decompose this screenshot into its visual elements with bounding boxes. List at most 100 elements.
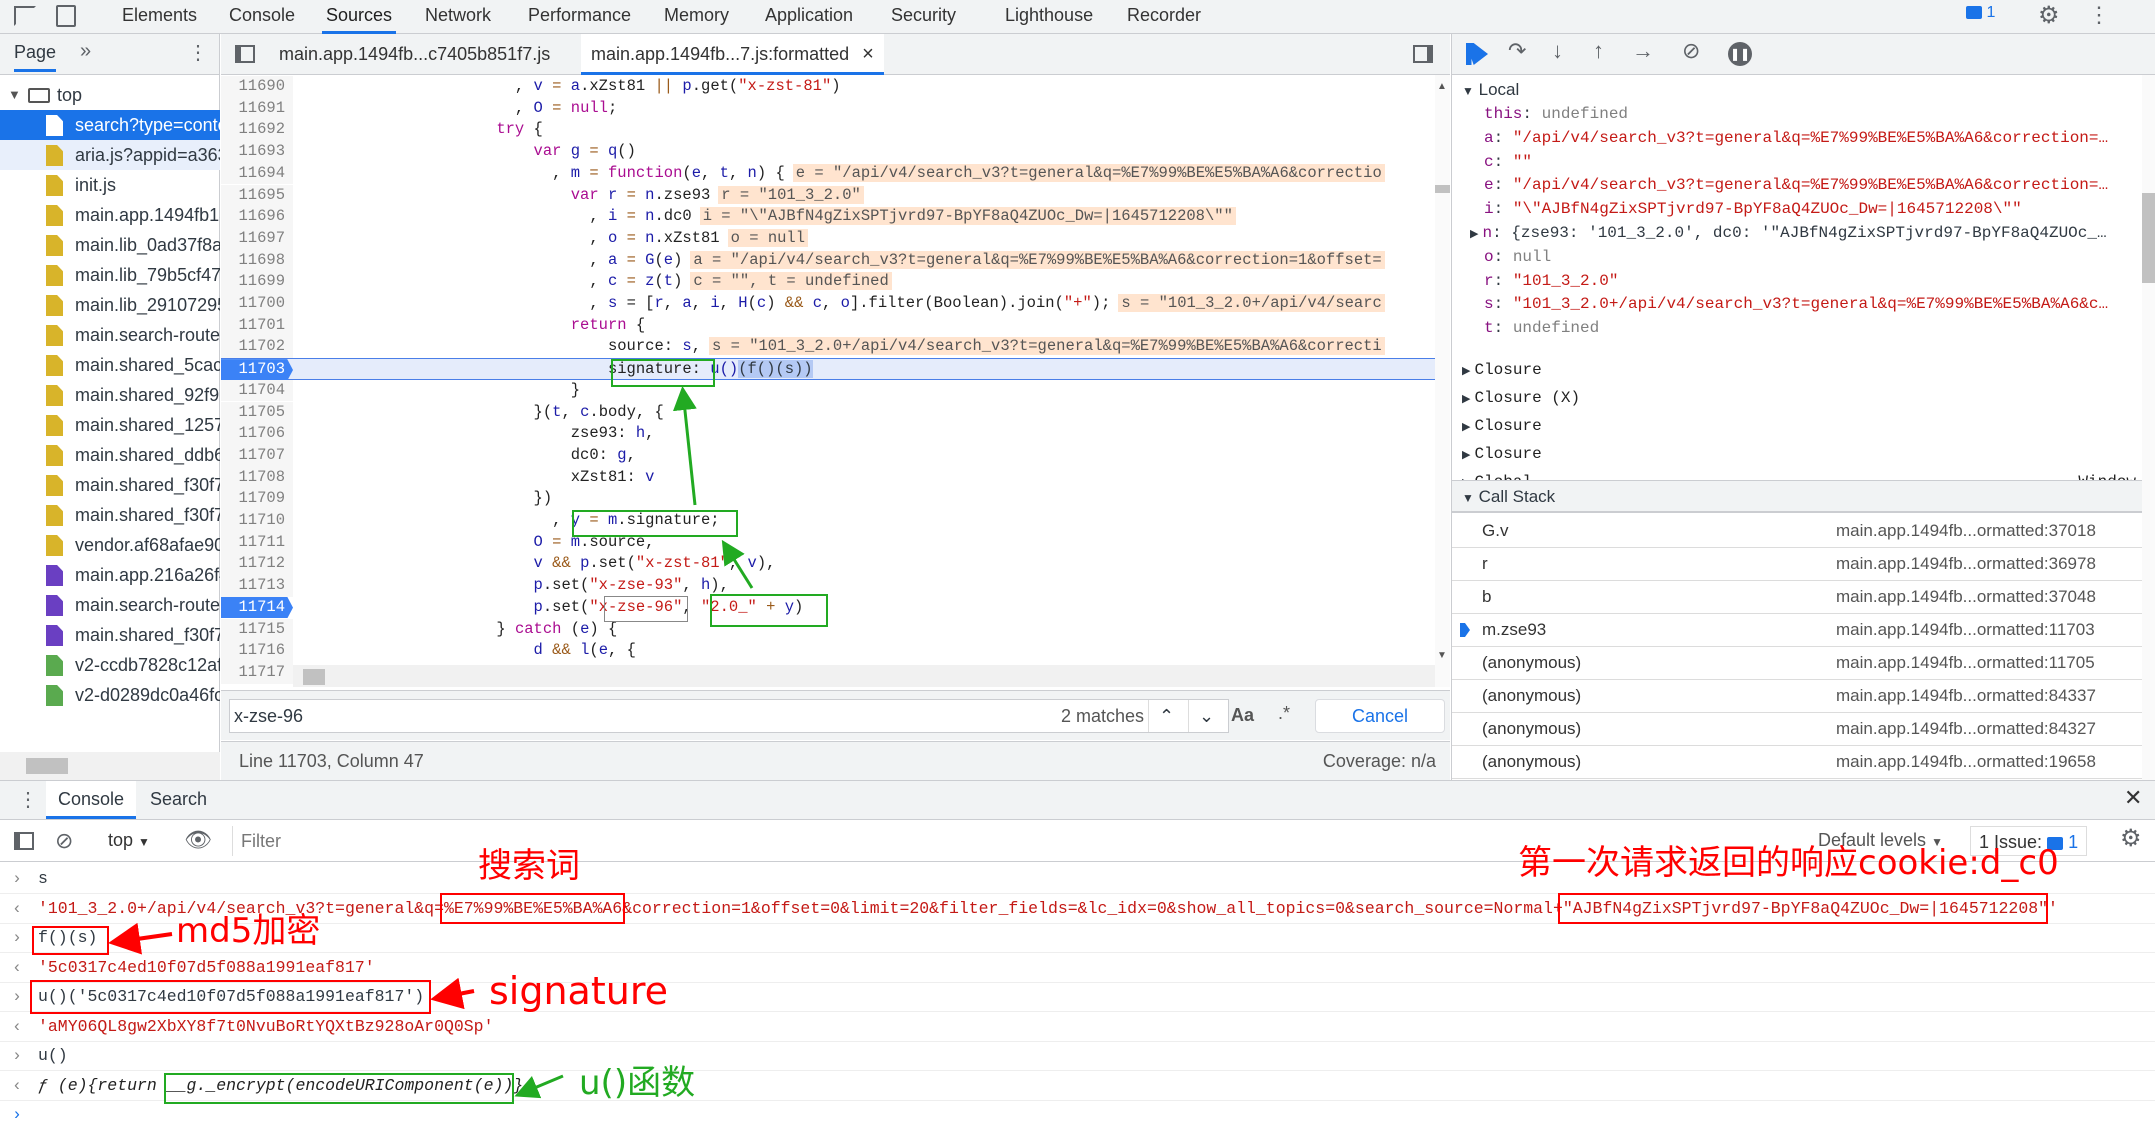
toggle-navigator-icon[interactable] — [235, 45, 255, 63]
device-toolbar-icon[interactable] — [56, 5, 76, 27]
toggle-debugger-icon[interactable] — [1413, 45, 1433, 63]
drawer-tab-console[interactable]: Console — [46, 781, 137, 819]
breakpoint-line-number[interactable]: 11703 — [221, 359, 293, 381]
next-match-icon[interactable]: ⌄ — [1188, 700, 1224, 732]
line-number[interactable]: 11704 — [221, 379, 293, 402]
line-number[interactable]: 11701 — [221, 314, 293, 337]
tab-lighthouse[interactable]: Lighthouse — [1001, 0, 1097, 34]
line-number[interactable]: 11709 — [221, 488, 293, 510]
scroll-thumb[interactable] — [1435, 185, 1450, 193]
scope-closure[interactable]: ▶ Closure — [1462, 358, 2152, 382]
file-item[interactable]: search?type=conte — [0, 110, 220, 140]
scope-closure[interactable]: ▶ Closure — [1462, 442, 2152, 466]
scroll-thumb[interactable] — [2142, 193, 2155, 283]
pause-on-exceptions-icon[interactable]: ❚❚ — [1728, 42, 1752, 66]
tab-recorder[interactable]: Recorder — [1123, 0, 1205, 34]
more-options-icon[interactable]: ⋮ — [2088, 2, 2110, 28]
call-stack-header[interactable]: ▼ Call Stack — [1452, 480, 2142, 513]
scope-variable[interactable]: r: "101_3_2.0" — [1484, 269, 2155, 293]
tab-sources[interactable]: Sources — [322, 0, 397, 34]
code-vscrollbar[interactable]: ▲ ▼ — [1435, 75, 1450, 687]
call-frame[interactable]: b main.app.1494fb...ormatted:37048 — [1452, 581, 2142, 614]
call-frame[interactable]: (anonymous) main.app.1494fb...ormatted:84… — [1452, 713, 2142, 746]
step-icon[interactable]: → — [1632, 38, 1654, 64]
file-item[interactable]: main.shared_f30f7 — [0, 470, 220, 500]
tab-network[interactable]: Network — [421, 0, 495, 34]
file-item[interactable]: main.app.216a26f4 — [0, 560, 220, 590]
resume-icon[interactable] — [1466, 43, 1488, 65]
file-item[interactable]: v2-ccdb7828c12af — [0, 650, 220, 680]
step-over-icon[interactable]: ↷ — [1508, 38, 1526, 64]
match-case-button[interactable]: Aa — [1231, 705, 1254, 726]
line-number[interactable]: 11707 — [221, 444, 293, 467]
line-number[interactable]: 11717 — [221, 661, 293, 684]
tab-security[interactable]: Security — [887, 0, 960, 34]
line-number[interactable]: 11692 — [221, 119, 293, 142]
file-item[interactable]: init.js — [0, 170, 220, 200]
file-item[interactable]: main.shared_5cac3 — [0, 350, 220, 380]
line-number[interactable]: 11697 — [221, 227, 293, 250]
line-number[interactable]: 11693 — [221, 141, 293, 163]
file-item[interactable]: vendor.af68afae90 — [0, 530, 220, 560]
console-prompt[interactable]: › — [0, 1100, 2155, 1130]
file-item[interactable]: main.search-routes — [0, 590, 220, 620]
context-selector[interactable]: top ▼ — [108, 830, 150, 851]
step-into-icon[interactable]: ↓ — [1552, 38, 1563, 64]
console-settings-gear-icon[interactable]: ⚙ — [2120, 824, 2142, 853]
code-hscrollbar[interactable] — [293, 665, 1435, 687]
file-item[interactable]: main.lib_29107295 — [0, 290, 220, 320]
file-item[interactable]: v2-d0289dc0a46fc — [0, 680, 220, 710]
console-input-line[interactable]: › f()(s) — [0, 923, 2155, 953]
clear-console-icon[interactable]: ⊘ — [55, 828, 73, 854]
show-sidebar-icon[interactable] — [14, 832, 34, 850]
console-result-line[interactable]: ‹ '5c0317c4ed10f07d5f088a1991eaf817' — [0, 953, 2155, 983]
file-item[interactable]: main.shared_ddb6 — [0, 440, 220, 470]
line-number[interactable]: 11694 — [221, 162, 293, 185]
file-item[interactable]: main.lib_79b5cf47. — [0, 260, 220, 290]
navigator-hscrollbar[interactable] — [0, 752, 220, 780]
line-number[interactable]: 11699 — [221, 271, 293, 293]
console-input-line[interactable]: › u() — [0, 1041, 2155, 1071]
step-out-icon[interactable]: ↑ — [1593, 38, 1604, 64]
close-drawer-icon[interactable]: ✕ — [2124, 785, 2142, 811]
file-item[interactable]: main.search-routes — [0, 320, 220, 350]
line-number[interactable]: 11710 — [221, 510, 293, 532]
file-item[interactable]: main.shared_f30f7 — [0, 500, 220, 530]
scope-variable[interactable]: this: undefined — [1484, 102, 2155, 126]
drawer-tab-search[interactable]: Search — [150, 781, 207, 817]
issues-button[interactable]: 1 — [1966, 4, 1995, 28]
tab-performance[interactable]: Performance — [524, 0, 635, 34]
line-number[interactable]: 11695 — [221, 184, 293, 207]
call-frame[interactable]: (anonymous) main.app.1494fb...ormatted:84… — [1452, 680, 2142, 713]
scope-local-header[interactable]: ▼ Local — [1462, 78, 2152, 102]
scope-closure[interactable]: ▶ Closure — [1462, 414, 2152, 438]
line-number[interactable]: 11690 — [221, 76, 293, 98]
scope-variable[interactable]: o: null — [1484, 245, 2155, 269]
code-editor[interactable]: 11690 , v = a.xZst81 || p.get("x-zst-81"… — [221, 75, 1435, 687]
line-number[interactable]: 11706 — [221, 423, 293, 445]
drawer-menu-icon[interactable]: ⋮ — [18, 787, 38, 812]
scope-variable[interactable]: a: "/api/v4/search_v3?t=general&q=%E7%99… — [1484, 126, 2155, 150]
scope-variable[interactable]: t: undefined — [1484, 316, 2155, 340]
file-item[interactable]: main.lib_0ad37f8a. — [0, 230, 220, 260]
file-item[interactable]: main.app.1494fb18 — [0, 200, 220, 230]
scope-variable[interactable]: c: "" — [1484, 150, 2155, 174]
cancel-button[interactable]: Cancel — [1315, 699, 1445, 733]
close-tab-icon[interactable]: × — [862, 43, 874, 65]
call-frame[interactable]: m.zse93 main.app.1494fb...ormatted:11703 — [1452, 614, 2142, 647]
file-item[interactable]: main.shared_f30f7 — [0, 620, 220, 650]
tab-application[interactable]: Application — [761, 0, 857, 34]
more-tabs-icon[interactable]: » — [80, 40, 91, 63]
console-result-line[interactable]: ‹ 'aMY06QL8gw2XbXY8f7t0NvuBoRtYQXtBz928oA… — [0, 1012, 2155, 1042]
scroll-thumb[interactable] — [303, 669, 325, 685]
breakpoint-line-number[interactable]: 11714 — [221, 596, 293, 619]
tree-root-top[interactable]: ▼ top — [0, 80, 220, 110]
navigator-menu-icon[interactable]: ⋮ — [188, 40, 208, 65]
line-number[interactable]: 11691 — [221, 97, 293, 120]
line-number[interactable]: 11712 — [221, 553, 293, 576]
find-input[interactable]: x-zse-96 2 matches ⌃ ⌄ — [229, 699, 1229, 733]
tab-page[interactable]: Page — [14, 42, 57, 72]
tab-memory[interactable]: Memory — [660, 0, 733, 34]
call-frame[interactable]: (anonymous) main.app.1494fb...ormatted:11… — [1452, 647, 2142, 680]
scope-closure[interactable]: ▶ Closure (X) — [1462, 386, 2152, 410]
